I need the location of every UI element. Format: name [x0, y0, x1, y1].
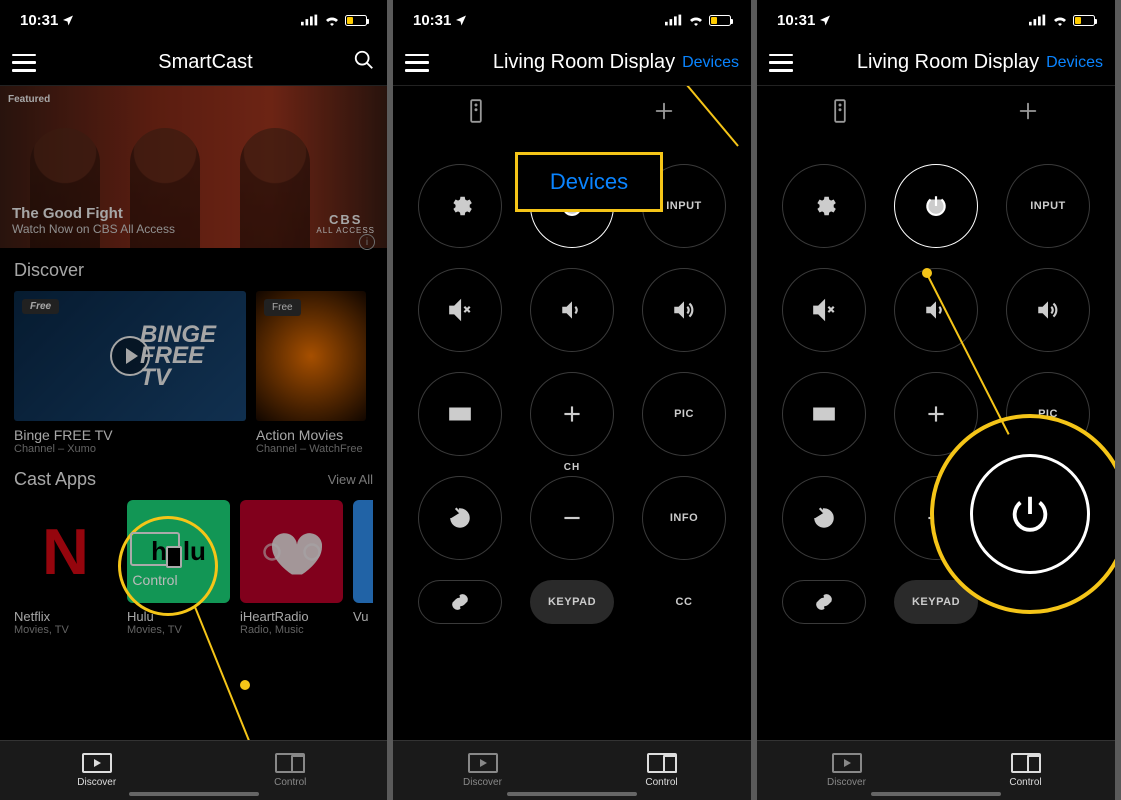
battery-icon: [709, 15, 731, 26]
hero-subtitle: Watch Now on CBS All Access: [12, 222, 175, 236]
link-button[interactable]: [782, 580, 866, 624]
app-title: SmartCast: [36, 51, 375, 74]
remote-device-icon[interactable]: [469, 99, 483, 123]
free-badge: Free: [22, 299, 59, 314]
wifi-icon: [324, 14, 340, 26]
status-bar: 10:31: [393, 0, 751, 40]
bottom-nav: Discover Control: [393, 740, 751, 800]
aspect-button[interactable]: [418, 372, 502, 456]
card-title: Action Movies: [256, 427, 366, 443]
aspect-button[interactable]: [782, 372, 866, 456]
home-indicator[interactable]: [871, 792, 1001, 796]
settings-button[interactable]: [782, 164, 866, 248]
volume-up-button[interactable]: [1006, 268, 1090, 352]
card-subtitle: Channel – WatchFree: [256, 443, 366, 455]
hero-title: The Good Fight: [12, 205, 175, 222]
mute-button[interactable]: [418, 268, 502, 352]
featured-tag: Featured: [8, 94, 50, 105]
app-header: SmartCast: [0, 40, 387, 86]
remote-body: INPUT PIC INFO KEYPAD CC: [757, 86, 1115, 740]
link-button[interactable]: [418, 580, 502, 624]
add-device-icon[interactable]: [1017, 100, 1039, 122]
back-button[interactable]: [418, 476, 502, 560]
home-indicator[interactable]: [507, 792, 637, 796]
cc-button[interactable]: CC: [642, 580, 726, 624]
location-arrow-icon: [819, 14, 831, 26]
card-subtitle: Channel – Xumo: [14, 443, 246, 455]
menu-button[interactable]: [769, 54, 793, 72]
volume-down-button[interactable]: [894, 268, 978, 352]
free-badge: Free: [264, 299, 301, 316]
status-time: 10:31: [413, 12, 451, 29]
view-all-link[interactable]: View All: [328, 472, 373, 487]
channel-down-button[interactable]: [530, 476, 614, 560]
app-tile-netflix[interactable]: N Netflix Movies, TV: [14, 500, 117, 636]
mute-button[interactable]: [782, 268, 866, 352]
status-time: 10:31: [20, 12, 58, 29]
input-button[interactable]: INPUT: [1006, 164, 1090, 248]
callout-dot: [922, 268, 932, 278]
cellular-signal-icon: [301, 14, 319, 26]
cast-apps-heading: Cast Apps: [14, 469, 96, 490]
remote-device-icon[interactable]: [833, 99, 847, 123]
control-icon: [647, 753, 677, 773]
cellular-signal-icon: [1029, 14, 1047, 26]
volume-down-button[interactable]: [530, 268, 614, 352]
bottom-nav: Discover Control: [757, 740, 1115, 800]
card-title: Binge FREE TV: [14, 427, 246, 443]
location-arrow-icon: [455, 14, 467, 26]
channel-up-button[interactable]: CH: [530, 372, 614, 456]
callout-power-circle: [930, 414, 1115, 614]
wifi-icon: [1052, 14, 1068, 26]
discover-icon: [82, 753, 112, 773]
control-popup[interactable]: Control: [130, 532, 180, 588]
battery-icon: [1073, 15, 1095, 26]
remote-body: INPUT CH PIC INFO KEYPAD CC Devices: [393, 86, 751, 740]
remote-header: Living Room Display Devices: [393, 40, 751, 86]
discover-icon: [468, 753, 498, 773]
status-bar: 10:31: [757, 0, 1115, 40]
callout-devices-box: Devices: [515, 152, 663, 212]
home-indicator[interactable]: [129, 792, 259, 796]
callout-dot: [240, 680, 250, 690]
control-icon: [1011, 753, 1041, 773]
pic-button[interactable]: PIC: [642, 372, 726, 456]
menu-button[interactable]: [405, 54, 429, 72]
discover-heading: Discover: [14, 260, 373, 281]
featured-hero[interactable]: Featured The Good Fight Watch Now on CBS…: [0, 86, 387, 248]
location-arrow-icon: [62, 14, 74, 26]
devices-link[interactable]: Devices: [1046, 54, 1103, 72]
status-time: 10:31: [777, 12, 815, 29]
volume-up-button[interactable]: [642, 268, 726, 352]
bottom-nav: Discover Control: [0, 740, 387, 800]
discover-icon: [832, 753, 862, 773]
discover-card[interactable]: Free Action Movies Channel – WatchFree: [256, 291, 366, 455]
add-device-icon[interactable]: [653, 100, 675, 122]
app-tile-iheart[interactable]: iHeartRadio Radio, Music: [240, 500, 343, 636]
keypad-button[interactable]: KEYPAD: [530, 580, 614, 624]
phone-screen-1: 10:31 SmartCast Featured The Good Fight …: [0, 0, 393, 800]
info-button[interactable]: INFO: [642, 476, 726, 560]
search-button[interactable]: [353, 49, 375, 76]
power-button[interactable]: [894, 164, 978, 248]
control-icon: [275, 753, 305, 773]
discover-body: Featured The Good Fight Watch Now on CBS…: [0, 86, 387, 740]
discover-card[interactable]: Free BINGE FREE TV Binge FREE TV Channel…: [14, 291, 246, 455]
settings-button[interactable]: [418, 164, 502, 248]
battery-icon: [345, 15, 367, 26]
cbs-logo: CBS ALL ACCESS: [316, 213, 375, 236]
status-bar: 10:31: [0, 0, 387, 40]
remote-header: Living Room Display Devices: [757, 40, 1115, 86]
info-icon[interactable]: i: [359, 234, 375, 250]
back-button[interactable]: [782, 476, 866, 560]
devices-link[interactable]: Devices: [682, 54, 739, 72]
wifi-icon: [688, 14, 704, 26]
menu-button[interactable]: [12, 54, 36, 72]
phone-screen-3: 10:31 Living Room Display Devices INPUT: [757, 0, 1121, 800]
app-tile-vudu[interactable]: V Vu: [353, 500, 373, 636]
phone-screen-2: 10:31 Living Room Display Devices INPUT …: [393, 0, 757, 800]
cellular-signal-icon: [665, 14, 683, 26]
